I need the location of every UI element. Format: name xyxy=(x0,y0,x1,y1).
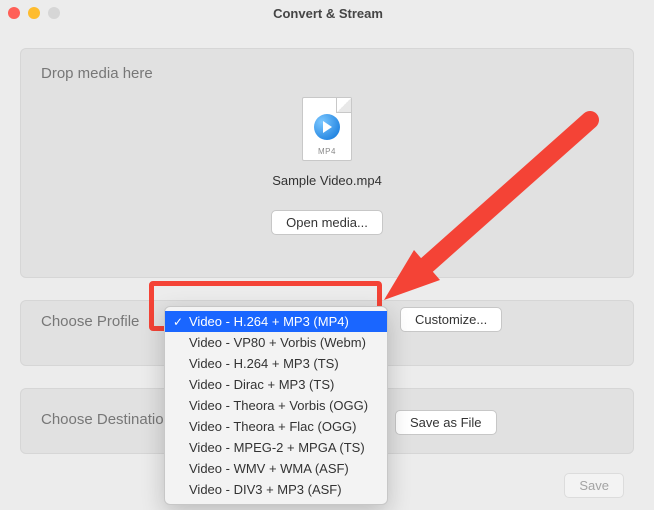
window-title: Convert & Stream xyxy=(60,6,646,21)
profile-dropdown-menu[interactable]: ✓ Video - H.264 + MP3 (MP4) Video - VP80… xyxy=(164,306,388,505)
profile-option[interactable]: Video - H.264 + MP3 (TS) xyxy=(165,353,387,374)
profile-option-label: Video - VP80 + Vorbis (Webm) xyxy=(189,335,366,350)
close-window-button[interactable] xyxy=(8,7,20,19)
profile-option[interactable]: Video - VP80 + Vorbis (Webm) xyxy=(165,332,387,353)
file-name-label: Sample Video.mp4 xyxy=(272,173,382,188)
zoom-window-button[interactable] xyxy=(48,7,60,19)
play-icon xyxy=(314,114,340,140)
title-bar: Convert & Stream xyxy=(0,0,654,26)
profile-option-label: Video - H.264 + MP3 (MP4) xyxy=(189,314,349,329)
open-media-button[interactable]: Open media... xyxy=(271,210,383,235)
profile-option-label: Video - Dirac + MP3 (TS) xyxy=(189,377,334,392)
annotation-arrow-icon xyxy=(370,100,610,310)
file-ext-label: MP4 xyxy=(303,147,351,156)
profile-option[interactable]: Video - MPEG-2 + MPGA (TS) xyxy=(165,437,387,458)
profile-option-label: Video - Theora + Vorbis (OGG) xyxy=(189,398,368,413)
customize-button[interactable]: Customize... xyxy=(400,307,502,332)
profile-option[interactable]: Video - DIV3 + MP3 (ASF) xyxy=(165,479,387,500)
window-controls xyxy=(8,7,60,19)
drop-media-title: Drop media here xyxy=(41,65,613,82)
profile-option[interactable]: Video - Theora + Flac (OGG) xyxy=(165,416,387,437)
save-as-file-button[interactable]: Save as File xyxy=(395,410,497,435)
profile-option[interactable]: Video - WMV + WMA (ASF) xyxy=(165,458,387,479)
choose-destination-title: Choose Destination xyxy=(41,411,172,428)
minimize-window-button[interactable] xyxy=(28,7,40,19)
profile-option[interactable]: Video - Theora + Vorbis (OGG) xyxy=(165,395,387,416)
profile-option-label: Video - Theora + Flac (OGG) xyxy=(189,419,357,434)
profile-option[interactable]: ✓ Video - H.264 + MP3 (MP4) xyxy=(165,311,387,332)
profile-option-label: Video - DIV3 + MP3 (ASF) xyxy=(189,482,342,497)
profile-option-label: Video - WMV + WMA (ASF) xyxy=(189,461,349,476)
profile-option-label: Video - MPEG-2 + MPGA (TS) xyxy=(189,440,365,455)
profile-option[interactable]: Video - Dirac + MP3 (TS) xyxy=(165,374,387,395)
save-button[interactable]: Save xyxy=(564,473,624,498)
file-icon: MP4 xyxy=(302,97,352,161)
profile-option-label: Video - H.264 + MP3 (TS) xyxy=(189,356,339,371)
checkmark-icon: ✓ xyxy=(173,315,183,329)
